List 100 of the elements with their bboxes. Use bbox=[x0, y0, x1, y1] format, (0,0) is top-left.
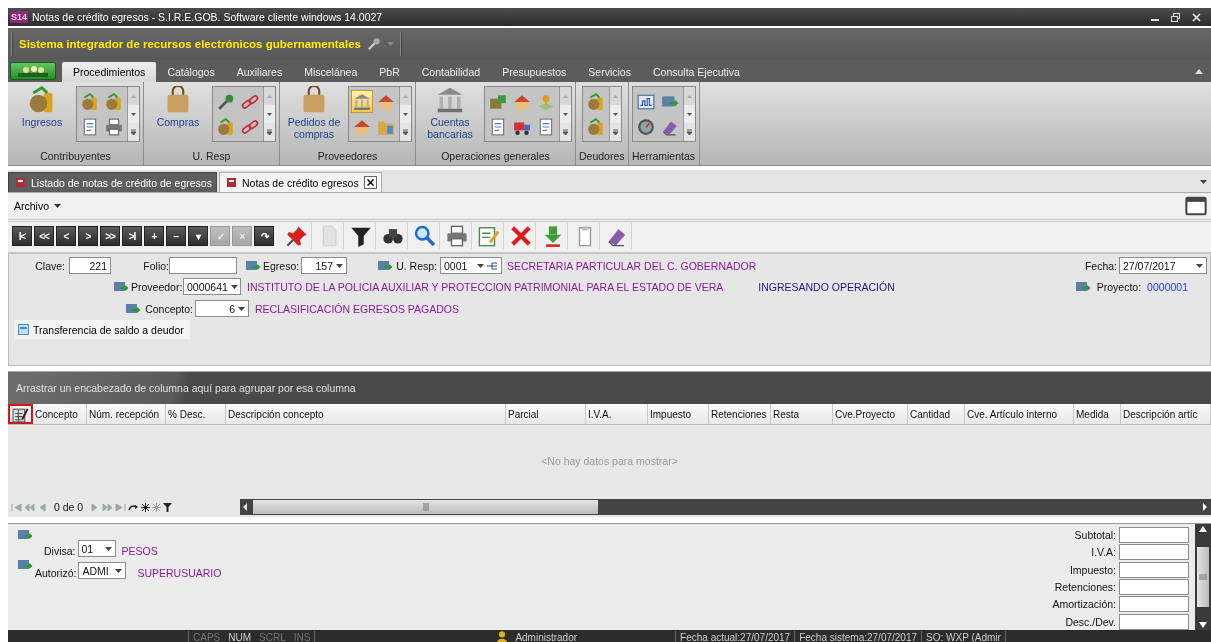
date-picker[interactable]: 27/07/2017 bbox=[1119, 257, 1207, 274]
navigation-button[interactable]: − bbox=[166, 226, 186, 246]
more-icon[interactable] bbox=[264, 123, 275, 141]
more-icon[interactable] bbox=[560, 123, 571, 141]
column-header[interactable]: Cantidad bbox=[908, 404, 965, 424]
navigation-button[interactable]: ▾ bbox=[188, 226, 208, 246]
document-tab[interactable]: Notas de crédito egresos bbox=[218, 172, 382, 192]
total-label: Desc./Dev. bbox=[1065, 615, 1116, 628]
navigation-button[interactable]: >> bbox=[100, 226, 120, 246]
proyecto-link[interactable]: 0000001 bbox=[1147, 280, 1188, 293]
ribbon-tab[interactable]: Catálogos bbox=[156, 62, 226, 82]
total-field[interactable] bbox=[1119, 596, 1189, 613]
column-header[interactable]: Descripción artíc bbox=[1121, 404, 1211, 424]
column-header[interactable]: Concepto bbox=[33, 404, 87, 424]
field-label: Folio: bbox=[142, 259, 169, 272]
filter-icon[interactable] bbox=[163, 502, 173, 512]
egreso-combo[interactable]: 157 bbox=[301, 257, 347, 274]
navigation-button[interactable]: << bbox=[34, 226, 54, 246]
more-icon[interactable] bbox=[609, 123, 621, 141]
navigation-button[interactable]: > bbox=[78, 226, 98, 246]
navigation-button[interactable]: >I bbox=[122, 226, 142, 246]
total-label: I.V.A: bbox=[1091, 546, 1116, 559]
refresh-icon[interactable] bbox=[128, 502, 140, 512]
close-icon bbox=[366, 179, 374, 186]
folio-field[interactable] bbox=[169, 257, 237, 274]
navigation-button[interactable]: + bbox=[144, 226, 164, 246]
total-field[interactable] bbox=[1119, 579, 1189, 596]
navigation-button[interactable]: < bbox=[56, 226, 76, 246]
column-header[interactable]: Cve. Artículo interno bbox=[965, 404, 1074, 424]
total-label: Retenciones: bbox=[1054, 581, 1116, 594]
coins-icon bbox=[105, 92, 123, 111]
navigation-button[interactable]: ↷ bbox=[254, 226, 274, 246]
column-header[interactable]: Medida bbox=[1074, 404, 1121, 424]
ribbon-button[interactable]: Compras bbox=[147, 86, 209, 128]
column-header[interactable]: I.V.A. bbox=[586, 404, 648, 424]
divisa-combo[interactable]: 01 bbox=[77, 540, 116, 557]
column-header[interactable]: Impuesto bbox=[648, 404, 709, 424]
ribbon-button[interactable]: Pedidos de compras bbox=[283, 86, 345, 140]
app-menu-button[interactable] bbox=[10, 61, 56, 80]
column-header[interactable]: Descripción concepto bbox=[226, 404, 506, 424]
new-record-icon[interactable] bbox=[141, 502, 151, 512]
grip-icon bbox=[1199, 574, 1207, 580]
restore-icon[interactable] bbox=[1171, 12, 1180, 22]
close-icon[interactable] bbox=[1192, 12, 1201, 22]
scrollbar-thumb[interactable] bbox=[1197, 547, 1209, 607]
total-field[interactable] bbox=[1119, 561, 1189, 578]
autorizo-combo[interactable]: ADMI bbox=[78, 562, 127, 579]
coins-icon bbox=[81, 92, 99, 111]
column-chooser-button[interactable] bbox=[8, 404, 33, 424]
scroll-up-icon[interactable] bbox=[1199, 526, 1207, 532]
more-icon[interactable] bbox=[400, 123, 411, 141]
column-header[interactable]: Parcial bbox=[506, 404, 586, 424]
scroll-down-icon[interactable] bbox=[1199, 622, 1207, 628]
gallery-button[interactable] bbox=[351, 90, 373, 113]
ribbon-button[interactable]: Cuentas bancarias bbox=[419, 86, 481, 140]
ribbon-button[interactable]: Ingresos bbox=[11, 86, 73, 128]
menu-button[interactable]: Archivo bbox=[14, 200, 61, 212]
ribbon-tab[interactable]: PbR bbox=[368, 62, 411, 82]
ribbon-tab[interactable]: Servicios bbox=[577, 62, 642, 82]
system-info: SO: WXP (Admir bbox=[925, 631, 1002, 642]
close-button[interactable] bbox=[363, 176, 377, 189]
total-field[interactable] bbox=[1119, 544, 1189, 561]
gallery-button[interactable] bbox=[103, 115, 125, 138]
window-icon[interactable] bbox=[1185, 195, 1207, 217]
horizontal-scrollbar[interactable] bbox=[240, 499, 1211, 515]
chart-icon bbox=[636, 92, 655, 111]
u-resp-combo[interactable]: 0001 bbox=[440, 257, 502, 274]
next-page-icon[interactable] bbox=[102, 502, 114, 512]
ribbon-tab[interactable]: Procedimientos bbox=[62, 62, 157, 82]
wrench-icon[interactable] bbox=[366, 37, 381, 51]
ribbon-tab[interactable]: Consulta Ejecutiva bbox=[641, 62, 751, 82]
column-header[interactable]: % Desc. bbox=[166, 404, 226, 424]
total-field[interactable] bbox=[1119, 527, 1189, 544]
scrollbar-thumb[interactable] bbox=[253, 500, 598, 514]
ribbon-tab[interactable]: Contabilidad bbox=[410, 62, 492, 82]
ribbon-tab[interactable]: Auxiliares bbox=[225, 62, 294, 82]
wrench-icon bbox=[217, 92, 235, 111]
vertical-scrollbar[interactable] bbox=[1195, 524, 1211, 630]
more-icon[interactable] bbox=[128, 123, 139, 141]
ribbon-tab[interactable]: Miscelánea bbox=[293, 62, 369, 82]
concepto-combo[interactable]: 6 bbox=[195, 300, 249, 317]
proveedor-combo[interactable]: 0000641 bbox=[183, 278, 241, 295]
column-header[interactable]: Cve.Proyecto bbox=[833, 404, 908, 424]
previous-record-icon[interactable] bbox=[37, 502, 48, 512]
transfer-button[interactable]: Transferencia de saldo a deudor bbox=[15, 320, 190, 339]
tree-picker-icon[interactable] bbox=[487, 260, 498, 271]
collapse-icon[interactable] bbox=[1195, 69, 1203, 74]
total-field[interactable] bbox=[1119, 613, 1189, 630]
clave-field[interactable]: 221 bbox=[69, 257, 111, 274]
first-record-icon[interactable] bbox=[11, 502, 22, 512]
current-date: Fecha actual:27/07/2017 bbox=[679, 631, 792, 642]
column-header[interactable]: Núm. recepción bbox=[87, 404, 166, 424]
navigation-button[interactable]: I< bbox=[12, 226, 32, 246]
column-header[interactable]: Resta bbox=[771, 404, 833, 424]
column-header[interactable]: Retenciones bbox=[709, 404, 771, 424]
ribbon-tab[interactable]: Presupuestos bbox=[491, 62, 578, 82]
field-label: Fecha: bbox=[1083, 259, 1117, 272]
previous-page-icon[interactable] bbox=[24, 502, 35, 512]
more-icon[interactable] bbox=[683, 123, 695, 141]
document-tab[interactable]: Listado de notas de crédito de egresos bbox=[8, 172, 217, 192]
